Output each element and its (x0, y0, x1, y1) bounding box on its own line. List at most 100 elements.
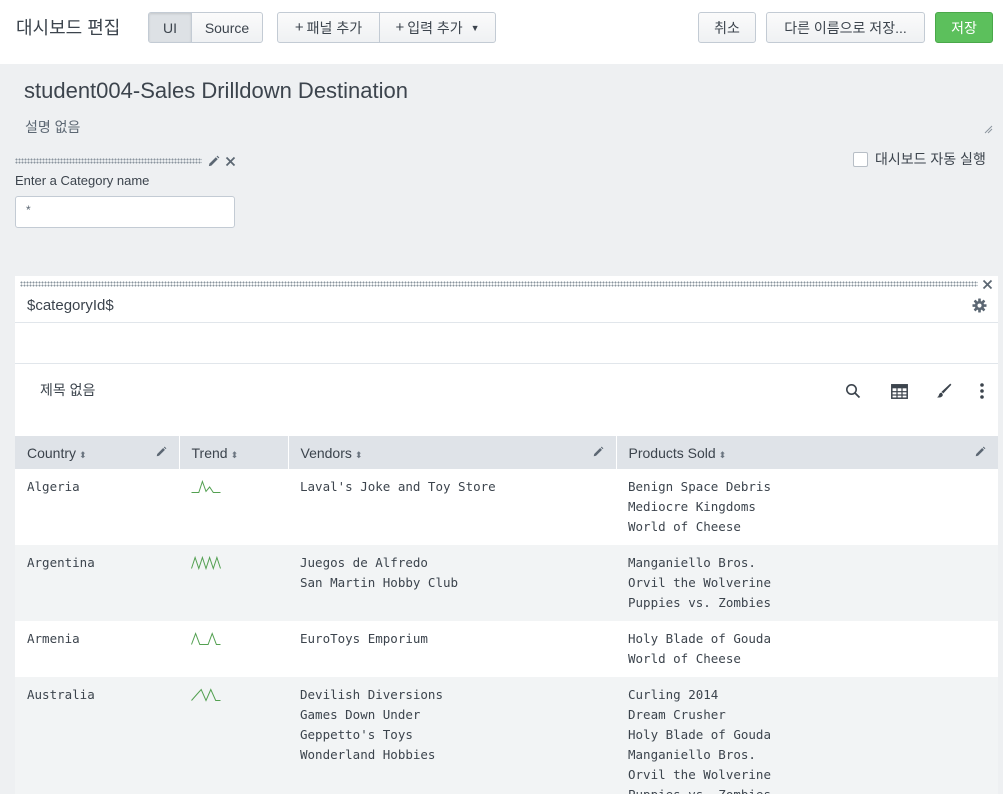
vendor-value[interactable]: Wonderland Hobbies (300, 745, 604, 765)
vendors-cell[interactable]: Juegos de Alfredo San Martin Hobby Club (288, 545, 616, 621)
sparkline (191, 688, 221, 702)
table-format-button[interactable] (887, 379, 911, 403)
search-icon (846, 384, 861, 399)
panel: $categoryId$ 제목 없음 Country ⬍ Trend ⬍ Ven… (15, 276, 998, 794)
format-brush-button[interactable] (932, 379, 956, 403)
divider (15, 322, 998, 323)
table-row[interactable]: Argentina Juegos de Alfredo San Martin Hob… (15, 545, 998, 621)
autorun-toggle[interactable]: 대시보드 자동 실행 (853, 149, 986, 169)
more-options-button[interactable] (970, 379, 994, 403)
table-row[interactable]: Armenia EuroToys Emporium Holy Blade of Go… (15, 621, 998, 677)
vendor-value[interactable]: Devilish Diversions (300, 685, 604, 705)
add-controls: + 패널 추가 + 입력 추가 ▼ (277, 12, 496, 43)
cancel-button[interactable]: 취소 (698, 12, 756, 43)
plus-icon: + (395, 19, 405, 36)
column-header-country[interactable]: Country ⬍ (15, 436, 180, 469)
sort-icon: ⬍ (354, 449, 363, 460)
column-header-vendors[interactable]: Vendors ⬍ (288, 436, 617, 469)
table-icon (890, 383, 908, 399)
sort-icon: ⬍ (230, 449, 239, 460)
source-mode-tab[interactable]: Source (191, 13, 262, 42)
product-value[interactable]: Mediocre Kingdoms (628, 497, 986, 517)
products-cell[interactable]: Manganiello Bros. Orvil the Wolverine Pupp… (616, 545, 998, 621)
product-value[interactable]: Benign Space Debris (628, 477, 986, 497)
column-header-label: Vendors (300, 444, 352, 461)
column-header-trend[interactable]: Trend ⬍ (179, 436, 289, 469)
plus-icon: + (294, 19, 304, 36)
category-input[interactable]: * (15, 196, 235, 228)
input-drag-handle[interactable] (15, 158, 202, 164)
table-row[interactable]: Algeria Laval's Joke and Toy Store Benign … (15, 469, 998, 545)
search-tool-button[interactable] (841, 379, 865, 403)
vendors-cell[interactable]: EuroToys Emporium (288, 621, 616, 677)
vendors-cell[interactable]: Laval's Joke and Toy Store (288, 469, 616, 545)
product-value[interactable]: Holy Blade of Gouda (628, 725, 986, 745)
vendor-value[interactable]: Games Down Under (300, 705, 604, 725)
table-row[interactable]: Australia Devilish Diversions Games Down U… (15, 677, 998, 794)
gear-icon[interactable] (972, 298, 987, 313)
ui-mode-tab[interactable]: UI (149, 13, 191, 42)
sparkline-line (191, 632, 221, 645)
top-bar: 대시보드 편집 UI Source + 패널 추가 + 입력 추가 ▼ 취소 다… (0, 0, 1003, 64)
product-value[interactable]: Manganiello Bros. (628, 745, 986, 765)
vendors-cell[interactable]: Devilish Diversions Games Down Under Geppe… (288, 677, 616, 794)
autorun-label: 대시보드 자동 실행 (875, 151, 986, 167)
close-icon[interactable] (982, 279, 993, 290)
country-cell[interactable]: Australia (15, 677, 179, 794)
product-value[interactable]: Orvil the Wolverine (628, 573, 986, 593)
trend-cell (179, 621, 288, 677)
products-cell[interactable]: Curling 2014 Dream Crusher Holy Blade of G… (616, 677, 998, 794)
pencil-icon[interactable] (155, 446, 167, 458)
close-icon[interactable] (225, 156, 236, 167)
column-header-label: Products Sold (628, 444, 716, 461)
product-value[interactable]: Dream Crusher (628, 705, 986, 725)
add-input-button[interactable]: + 입력 추가 ▼ (379, 13, 495, 42)
resize-grip-icon[interactable] (983, 124, 993, 134)
dashboard-title[interactable]: student004-Sales Drilldown Destination (24, 78, 408, 104)
product-value[interactable]: Orvil the Wolverine (628, 765, 986, 785)
pencil-icon[interactable] (974, 446, 986, 458)
column-header-label: Country (27, 444, 77, 461)
caret-down-icon: ▼ (470, 22, 480, 33)
product-value[interactable]: World of Cheese (628, 649, 986, 669)
panel-title[interactable]: $categoryId$ (27, 297, 114, 314)
products-cell[interactable]: Benign Space Debris Mediocre Kingdoms Worl… (616, 469, 998, 545)
vendor-value[interactable]: EuroToys Emporium (300, 629, 604, 649)
panel-drag-handle[interactable] (20, 281, 978, 287)
sparkline-line (191, 688, 221, 702)
pencil-icon[interactable] (207, 155, 220, 168)
vendor-value[interactable]: San Martin Hobby Club (300, 573, 604, 593)
trend-cell (179, 469, 288, 545)
vendor-value[interactable]: Laval's Joke and Toy Store (300, 477, 604, 497)
visualization-title[interactable]: 제목 없음 (40, 380, 95, 400)
product-value[interactable]: Curling 2014 (628, 685, 986, 705)
add-input-label: 입력 추가 (407, 19, 463, 36)
product-value[interactable]: Puppies vs. Zombies (628, 593, 986, 613)
paintbrush-icon (937, 383, 952, 398)
sparkline-line (191, 555, 221, 571)
country-cell[interactable]: Algeria (15, 469, 179, 545)
autorun-checkbox[interactable] (853, 151, 868, 167)
column-header-products-sold[interactable]: Products Sold ⬍ (616, 436, 998, 469)
dashboard-description[interactable]: 설명 없음 (25, 117, 80, 137)
product-value[interactable]: Puppies vs. Zombies (628, 785, 986, 794)
pencil-icon[interactable] (592, 446, 604, 458)
sparkline (191, 479, 221, 493)
products-cell[interactable]: Holy Blade of Gouda World of Cheese (616, 621, 998, 677)
product-value[interactable]: World of Cheese (628, 517, 986, 537)
sparkline-line (191, 479, 221, 493)
product-value[interactable]: Manganiello Bros. (628, 553, 986, 573)
country-cell[interactable]: Argentina (15, 545, 179, 621)
sparkline (191, 632, 221, 645)
add-panel-label: 패널 추가 (306, 19, 363, 36)
page-title: 대시보드 편집 (16, 18, 121, 38)
save-as-button[interactable]: 다른 이름으로 저장... (766, 12, 925, 43)
category-input-label: Enter a Category name (15, 173, 150, 188)
vendor-value[interactable]: Geppetto's Toys (300, 725, 604, 745)
product-value[interactable]: Holy Blade of Gouda (628, 629, 986, 649)
save-button[interactable]: 저장 (935, 12, 993, 43)
country-cell[interactable]: Armenia (15, 621, 179, 677)
table-body: Algeria Laval's Joke and Toy Store Benign … (15, 469, 998, 794)
add-panel-button[interactable]: + 패널 추가 (278, 13, 379, 42)
vendor-value[interactable]: Juegos de Alfredo (300, 553, 604, 573)
